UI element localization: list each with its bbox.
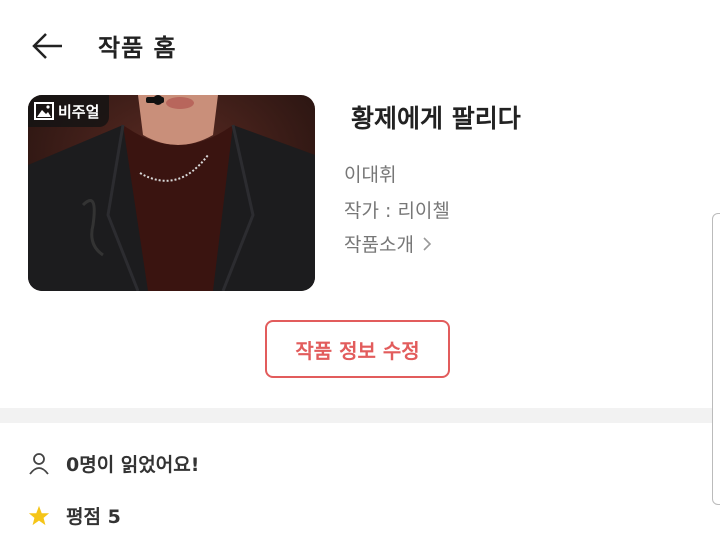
back-button[interactable] [30,30,66,62]
scrollbar[interactable] [712,213,720,505]
image-icon [34,102,54,120]
person-icon [29,452,49,475]
visual-badge: 비주얼 [28,95,110,127]
readers-text: 0명이 읽었어요! [66,454,200,476]
star-icon [28,505,50,525]
edit-work-info-button[interactable]: 작품 정보 수정 [265,320,450,378]
chevron-right-icon [423,236,432,251]
page-title: 작품 홈 [98,34,177,62]
work-artist: 작가 : 리이첼 [344,200,450,222]
arrow-left-icon [32,33,62,59]
section-divider [0,408,720,423]
rating-text: 평점 5 [66,506,121,528]
work-title: 황제에게 팔리다 [351,104,521,133]
rating-stat: 평점 5 [28,502,121,529]
header: 작품 홈 [0,0,720,90]
work-intro-link[interactable]: 작품소개 [344,230,432,257]
cover-image[interactable]: 비주얼 [28,95,315,291]
visual-badge-label: 비주얼 [58,102,100,121]
readers-stat: 0명이 읽었어요! [28,450,199,477]
work-author: 이대휘 [344,164,397,186]
work-intro-label: 작품소개 [344,234,414,256]
